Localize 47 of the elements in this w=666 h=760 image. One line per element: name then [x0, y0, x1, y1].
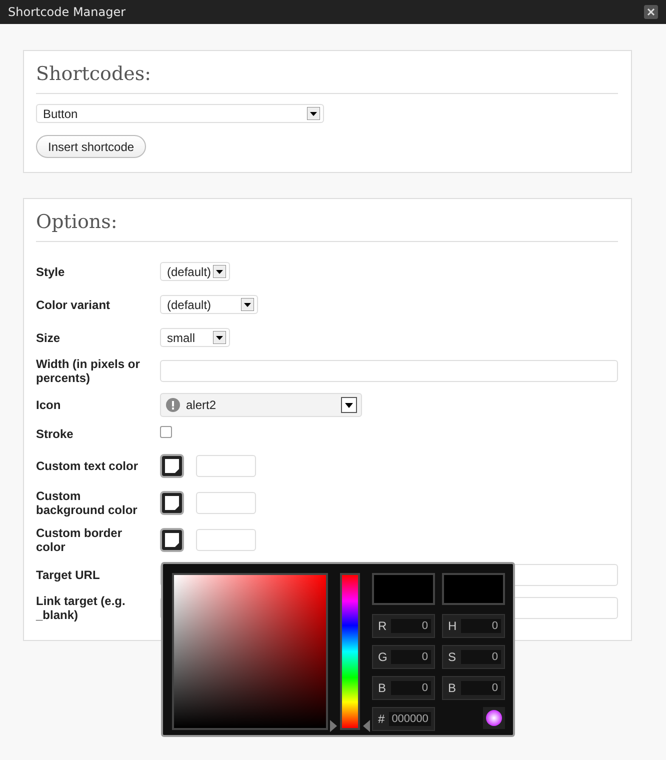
panel-heading: Options:	[36, 211, 618, 242]
channel-field[interactable]: B 0	[372, 676, 435, 700]
dropdown-arrow-icon	[307, 107, 320, 120]
field-label: Custom text color	[36, 458, 140, 472]
dropdown-arrow-icon	[213, 331, 226, 344]
insert-shortcode-button[interactable]: Insert shortcode	[36, 135, 146, 158]
text-field[interactable]	[160, 360, 618, 382]
channel-field[interactable]: R 0	[372, 614, 435, 638]
color-field[interactable]	[196, 454, 256, 476]
exclamation-icon	[166, 398, 180, 412]
field-label: Icon	[36, 398, 62, 412]
channel-field[interactable]: H 0	[442, 614, 505, 638]
field-label: Custom background color	[36, 488, 138, 516]
icon-select[interactable]: alert2	[160, 392, 362, 416]
hex-field[interactable]: # 000000	[372, 707, 435, 731]
panel-heading: Shortcodes:	[36, 63, 618, 94]
field-label: Width (in pixels or percents)	[36, 357, 141, 385]
channel-field[interactable]: B 0	[442, 676, 505, 700]
hue-slider[interactable]	[330, 573, 370, 732]
field-label: Custom border color	[36, 526, 124, 554]
dropdown-arrow-icon	[213, 265, 226, 278]
current-color-preview	[442, 573, 505, 605]
stroke-checkbox[interactable]	[160, 426, 172, 438]
color-swatch-button[interactable]	[160, 454, 184, 478]
color-swatch-button[interactable]	[160, 490, 184, 514]
color-wheel-icon[interactable]	[483, 707, 505, 729]
field-label: Stroke	[36, 427, 74, 441]
color-swatch-button[interactable]	[160, 528, 184, 552]
field-label: Size	[36, 330, 62, 344]
saturation-value-square[interactable]	[172, 573, 328, 730]
dropdown-arrow-icon	[241, 298, 254, 311]
field-label: Color variant	[36, 298, 112, 312]
option-select[interactable]: small	[160, 328, 230, 347]
field-label: Target URL	[36, 568, 101, 582]
shortcode-select[interactable]: Button	[36, 104, 324, 123]
field-label: Link target (e.g. _blank)	[36, 594, 126, 622]
color-field[interactable]	[196, 528, 256, 550]
channel-field[interactable]: G 0	[372, 645, 435, 669]
channel-field[interactable]: S 0	[442, 645, 505, 669]
field-label: Style	[36, 264, 66, 278]
option-select[interactable]: (default)	[160, 295, 258, 314]
new-color-preview	[372, 573, 435, 605]
option-select[interactable]: (default)	[160, 262, 230, 281]
color-field[interactable]	[196, 492, 256, 514]
window-title: Shortcode Manager	[8, 5, 126, 19]
close-icon[interactable]	[644, 5, 658, 19]
hue-slider-handle[interactable]	[330, 720, 370, 732]
